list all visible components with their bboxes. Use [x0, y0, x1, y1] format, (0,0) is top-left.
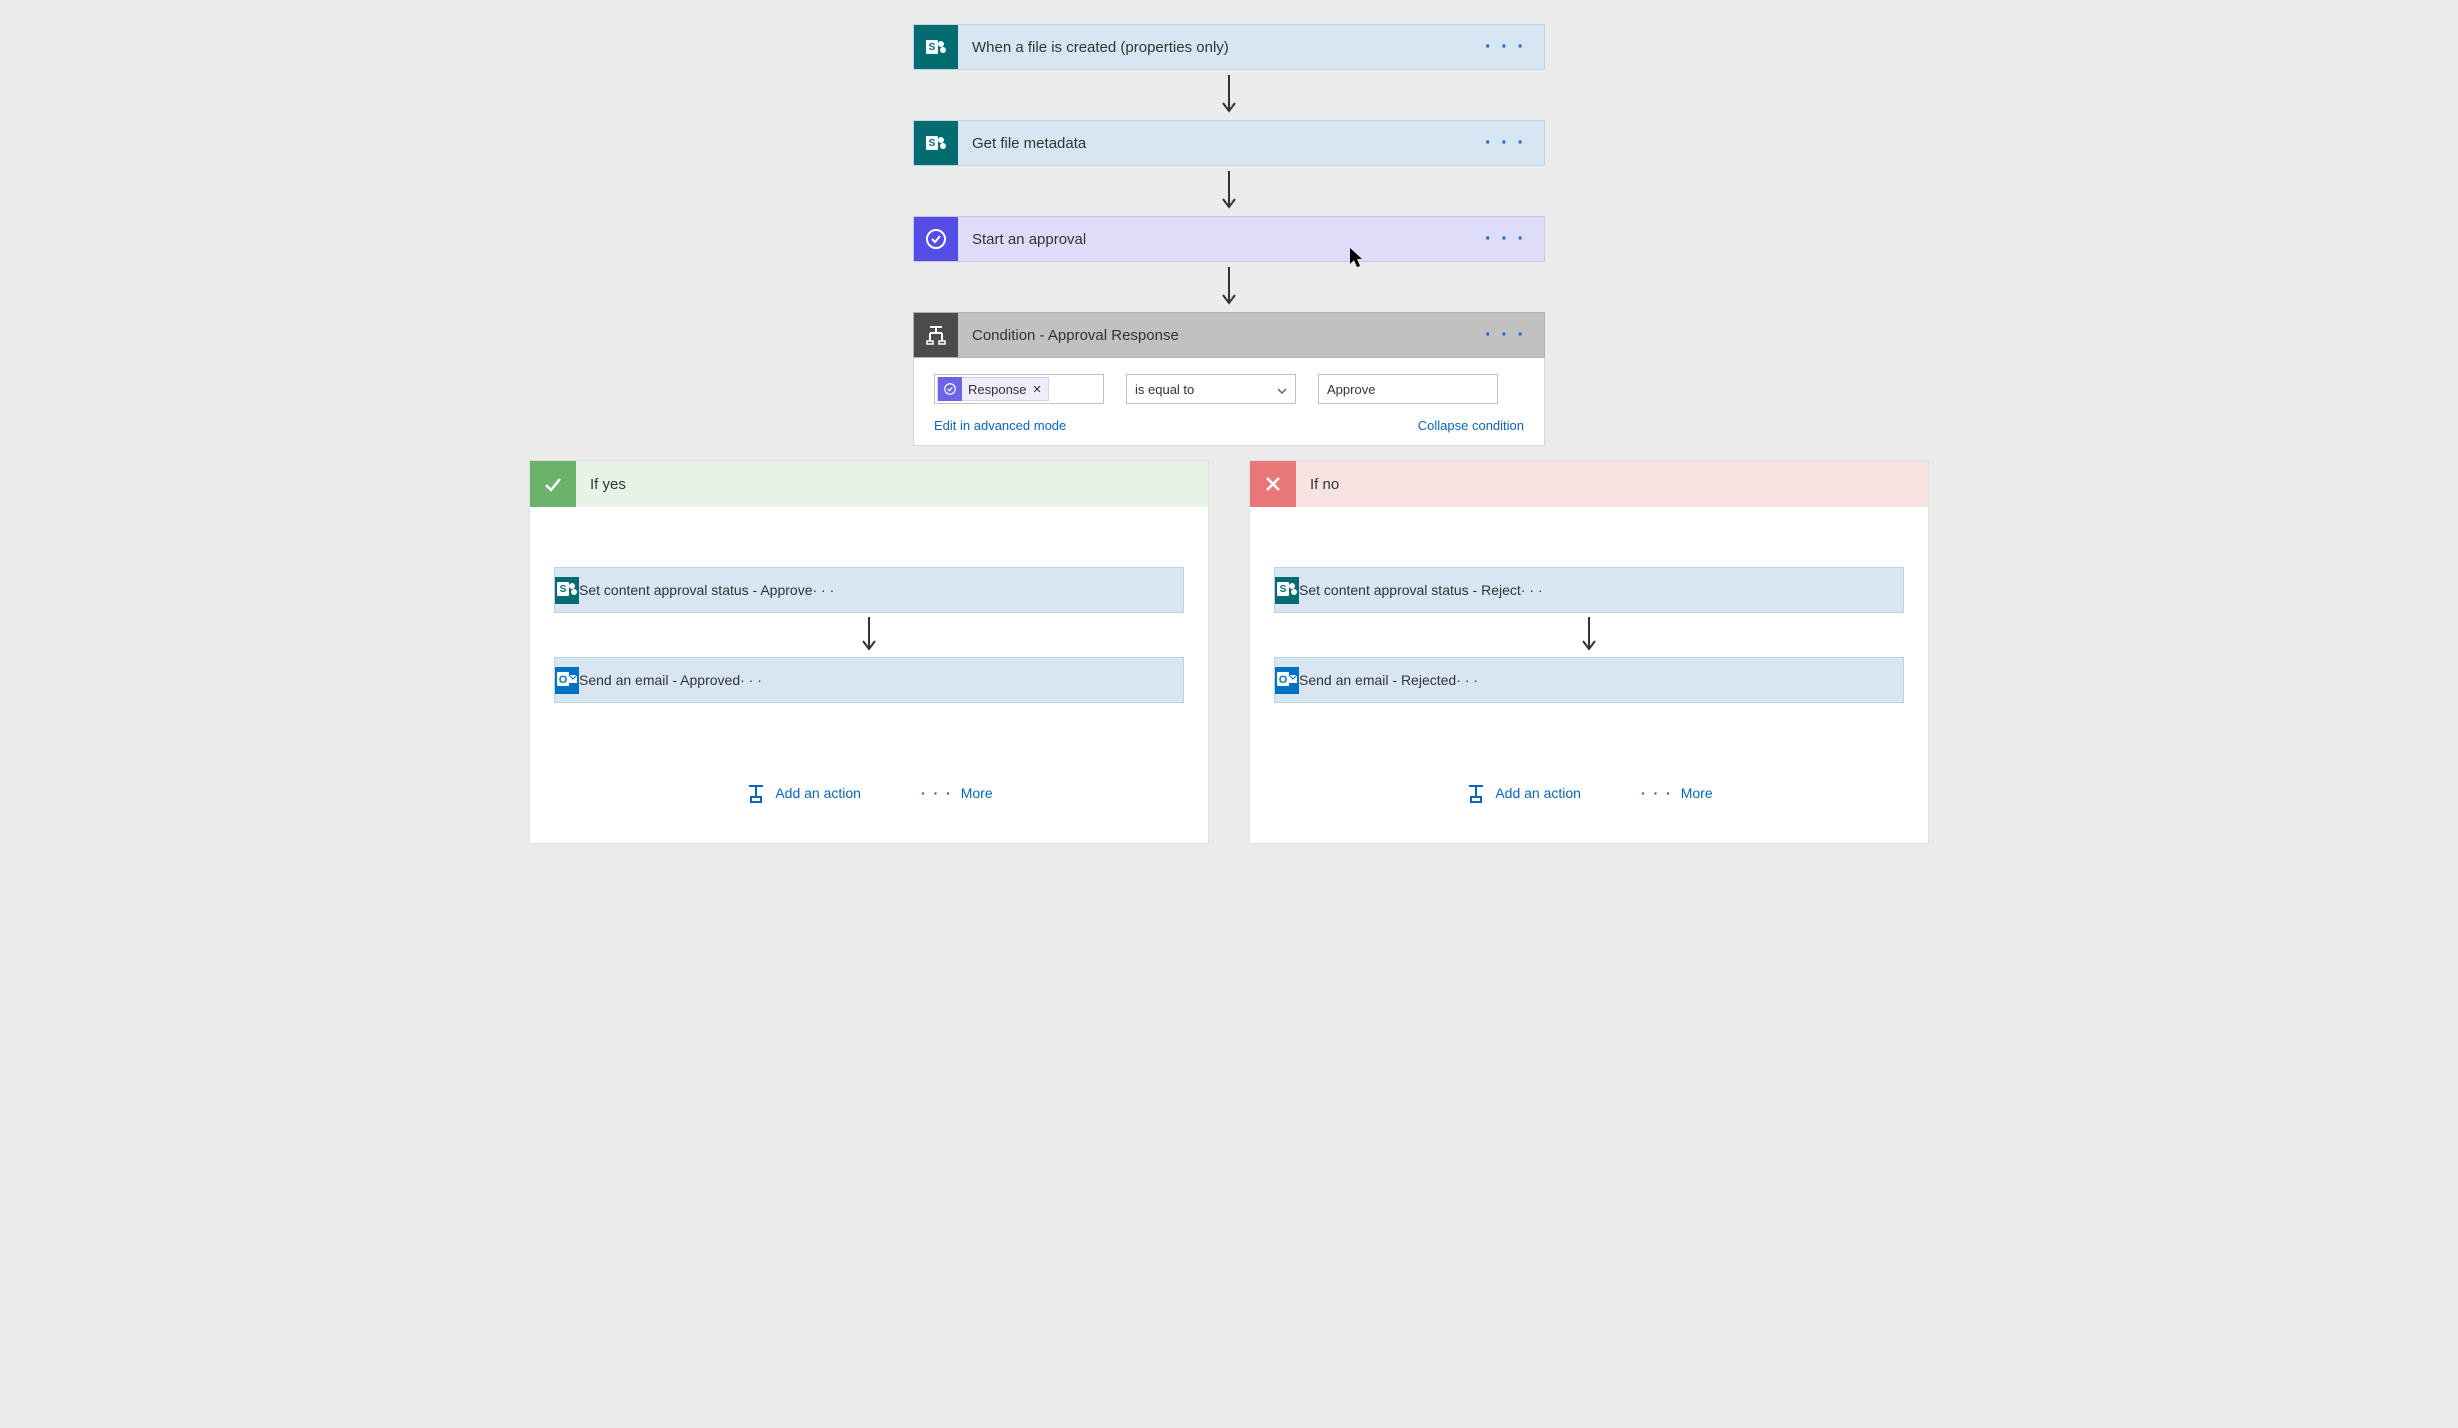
- svg-text:O: O: [559, 674, 568, 686]
- dots-icon: · · ·: [921, 785, 953, 801]
- email-approved-title: Send an email - Approved: [579, 672, 740, 688]
- condition-card[interactable]: Condition - Approval Response · · ·: [913, 312, 1545, 358]
- if-no-title: If no: [1296, 476, 1339, 493]
- more-button[interactable]: · · · More: [1641, 785, 1713, 801]
- add-action-button[interactable]: Add an action: [745, 783, 861, 803]
- remove-chip-icon[interactable]: ✕: [1033, 383, 1042, 396]
- approve-status-card[interactable]: S Set content approval status - Approve …: [554, 567, 1184, 613]
- more-icon[interactable]: · · ·: [1485, 132, 1544, 155]
- more-icon[interactable]: · · ·: [812, 582, 834, 598]
- response-chip[interactable]: Response ✕: [937, 377, 1049, 401]
- operator-value: is equal to: [1135, 382, 1194, 397]
- trigger-title: When a file is created (properties only): [958, 39, 1229, 56]
- trigger-card[interactable]: S When a file is created (properties onl…: [913, 24, 1545, 70]
- condition-icon: [914, 313, 958, 357]
- sharepoint-icon: S: [1275, 577, 1299, 604]
- arrow-connector: [859, 613, 879, 657]
- outlook-icon: O: [555, 667, 579, 694]
- approve-status-title: Set content approval status - Approve: [579, 582, 812, 598]
- close-icon: [1250, 461, 1296, 507]
- if-yes-title: If yes: [576, 476, 626, 493]
- condition-left-operand[interactable]: Response ✕: [934, 374, 1104, 404]
- reject-status-title: Set content approval status - Reject: [1299, 582, 1521, 598]
- more-label: More: [961, 785, 993, 801]
- check-icon: [530, 461, 576, 507]
- email-rejected-title: Send an email - Rejected: [1299, 672, 1456, 688]
- if-no-header[interactable]: If no: [1250, 461, 1928, 507]
- sharepoint-icon: S: [914, 25, 958, 69]
- condition-operator-select[interactable]: is equal to: [1126, 374, 1296, 404]
- email-rejected-card[interactable]: O Send an email - Rejected · · ·: [1274, 657, 1904, 703]
- value-text: Approve: [1327, 382, 1375, 397]
- chevron-down-icon: [1277, 382, 1287, 397]
- edit-advanced-mode-link[interactable]: Edit in advanced mode: [934, 418, 1066, 433]
- condition-value-input[interactable]: Approve: [1318, 374, 1498, 404]
- if-no-branch: If no S Set content approval status - Re…: [1249, 460, 1929, 844]
- svg-text:S: S: [929, 42, 936, 53]
- outlook-icon: O: [1275, 667, 1299, 694]
- more-icon[interactable]: · · ·: [1521, 582, 1543, 598]
- more-label: More: [1681, 785, 1713, 801]
- arrow-connector: [1219, 166, 1239, 216]
- condition-body: Response ✕ is equal to Approve Edit in a…: [913, 358, 1545, 446]
- arrow-connector: [1219, 70, 1239, 120]
- svg-text:O: O: [1279, 674, 1288, 686]
- if-yes-branch: If yes S Set content approval status - A…: [529, 460, 1209, 844]
- more-icon[interactable]: · · ·: [740, 672, 762, 688]
- svg-text:S: S: [929, 138, 936, 149]
- add-action-button[interactable]: Add an action: [1465, 783, 1581, 803]
- dots-icon: · · ·: [1641, 785, 1673, 801]
- metadata-title: Get file metadata: [958, 135, 1086, 152]
- approval-card[interactable]: Start an approval · · ·: [913, 216, 1545, 262]
- more-icon[interactable]: · · ·: [1485, 36, 1544, 59]
- if-yes-header[interactable]: If yes: [530, 461, 1208, 507]
- sharepoint-icon: S: [914, 121, 958, 165]
- email-approved-card[interactable]: O Send an email - Approved · · ·: [554, 657, 1184, 703]
- add-action-label: Add an action: [1495, 785, 1581, 801]
- collapse-condition-link[interactable]: Collapse condition: [1418, 418, 1524, 433]
- arrow-connector: [1579, 613, 1599, 657]
- approval-icon: [938, 377, 962, 401]
- arrow-connector: [1219, 262, 1239, 312]
- more-icon[interactable]: · · ·: [1485, 228, 1544, 251]
- sharepoint-icon: S: [555, 577, 579, 604]
- svg-text:S: S: [1280, 584, 1287, 595]
- approval-icon: [914, 217, 958, 261]
- svg-text:S: S: [560, 584, 567, 595]
- more-button[interactable]: · · · More: [921, 785, 993, 801]
- reject-status-card[interactable]: S Set content approval status - Reject ·…: [1274, 567, 1904, 613]
- more-icon[interactable]: · · ·: [1485, 324, 1544, 347]
- condition-title: Condition - Approval Response: [958, 327, 1179, 344]
- approval-title: Start an approval: [958, 231, 1086, 248]
- chip-label: Response: [968, 382, 1027, 397]
- metadata-card[interactable]: S Get file metadata · · ·: [913, 120, 1545, 166]
- add-action-label: Add an action: [775, 785, 861, 801]
- flow-canvas: S When a file is created (properties onl…: [0, 0, 2458, 1428]
- more-icon[interactable]: · · ·: [1456, 672, 1478, 688]
